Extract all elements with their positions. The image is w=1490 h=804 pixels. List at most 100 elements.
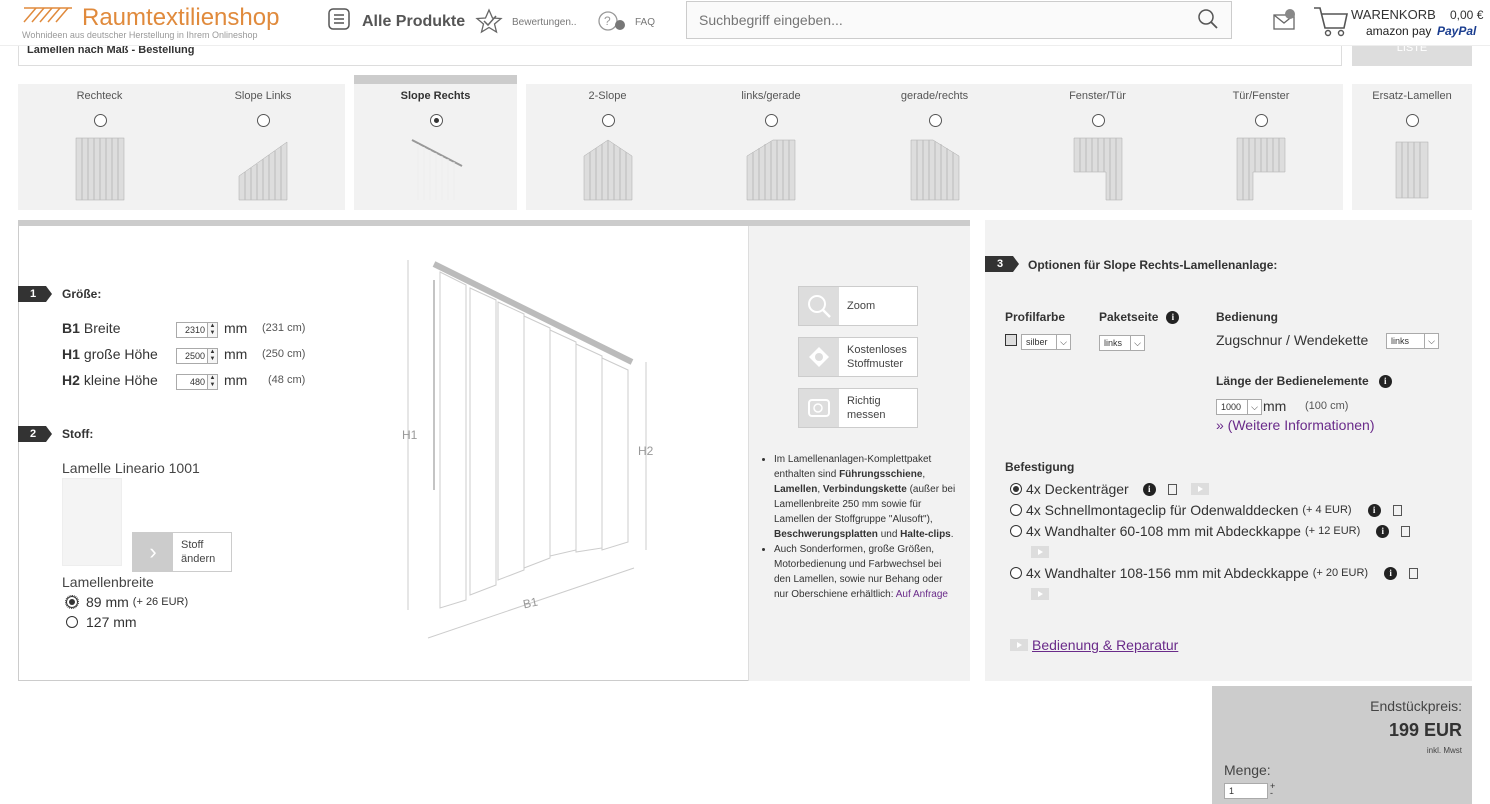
height2-input-group: 480 ▲ ▼ [176,374,218,390]
free-sample-button[interactable]: Kostenloses Stoffmuster [798,337,918,377]
mounting-option-clip[interactable]: 4x Schnellmontageclip für Odenwalddecken… [1010,502,1402,518]
video-play-icon[interactable] [1190,483,1209,495]
fabric-title: Stoff: [62,427,94,441]
slat-width-option-127[interactable]: 127 mm [66,614,137,630]
height1-spinner[interactable]: ▲ ▼ [208,348,218,364]
radio-selected[interactable] [1010,483,1022,495]
shape-option-gerade-rechts[interactable]: gerade/rechts [853,84,1016,210]
info-icon[interactable]: i [1166,310,1180,324]
price-box: Endstückpreis: 199 EUR inkl. Mwst Menge:… [1212,686,1472,804]
shape-radio[interactable] [1255,114,1268,127]
shape-radio[interactable] [257,114,270,127]
height1-cm: (250 cm) [262,348,306,360]
mounting-option-wall-60[interactable]: 4x Wandhalter 60-108 mm mit Abdeckkappe(… [1010,523,1411,539]
radio[interactable] [1010,525,1022,537]
mounting-option-wall-108[interactable]: 4x Wandhalter 108-156 mm mit Abdeckkappe… [1010,565,1419,581]
width-spinner[interactable]: ▲ ▼ [208,322,218,338]
search-icon[interactable] [1197,8,1219,33]
cart-icon[interactable] [1312,4,1348,41]
slat-width-option-89[interactable]: 89 mm (+ 26 EUR) [65,594,188,610]
repair-link[interactable]: Bedienung & Reparatur [1010,637,1178,653]
diagram-label-b1: B1 [521,594,539,612]
menu-icon [328,8,350,35]
height2-unit: mm [224,372,248,388]
info-icon[interactable]: i [1378,374,1392,388]
shape-radio[interactable] [1091,114,1105,127]
svg-text:?: ? [604,14,611,28]
step-number: 1 [18,286,52,302]
logo-tagline: Wohnideen aus deutscher Herstellung in I… [22,30,258,40]
fabric-swatch[interactable] [62,478,122,566]
shape-option-slope-rechts[interactable]: Slope Rechts [354,84,517,210]
chevron-down-icon: ⌵ [1247,400,1261,414]
document-icon[interactable] [1392,504,1402,516]
info-icon[interactable]: i [1384,566,1398,580]
on-request-link[interactable]: Auf Anfrage [896,589,948,600]
control-length-select[interactable]: 1000 ⌵ [1216,399,1262,415]
change-fabric-button[interactable]: › Stoff ändern [132,532,232,572]
all-products-menu[interactable]: Alle Produkte [328,8,465,35]
height2-cm: (48 cm) [268,374,306,386]
double-slope-blind-icon [582,136,634,205]
document-icon[interactable] [1409,567,1419,579]
control-length-unit: mm [1263,398,1287,414]
shape-option-links-gerade[interactable]: links/gerade [689,84,853,210]
height2-input[interactable]: 480 [176,374,208,390]
document-icon[interactable] [1167,483,1177,495]
package-info-item: Im Lamellenanlagen-Komplettpaket enthalt… [774,452,958,542]
mounting-option-ceiling[interactable]: 4x Deckenträger i [1010,481,1209,497]
zoom-button[interactable]: Zoom [798,286,918,326]
quantity-label: Menge: [1224,762,1271,778]
reviews-link[interactable]: Bewertungen.. [474,8,577,37]
shape-radio[interactable] [765,114,778,127]
width-input[interactable]: 2310 [176,322,208,338]
shape-option-rechteck[interactable]: Rechteck [18,84,181,210]
shape-option-tuer-fenster[interactable]: Tür/Fenster [1179,84,1343,210]
control-length-label: Länge der Bedienelemente i [1216,374,1392,388]
slope-left-blind-icon [237,136,289,205]
shape-radio[interactable] [601,114,615,127]
shape-label: 2-Slope [588,90,627,102]
logo-icon[interactable] [22,4,78,29]
shape-option-fenster-tuer[interactable]: Fenster/Tür [1016,84,1179,210]
cart-label[interactable]: WARENKORB [1351,7,1436,22]
radio[interactable] [1010,567,1022,579]
radio[interactable] [66,616,78,628]
profile-color-select[interactable]: silber ⌵ [1021,334,1071,350]
shape-label: links/gerade [741,90,801,102]
radio-selected[interactable] [65,595,79,609]
video-play-icon[interactable] [1031,588,1049,603]
info-icon[interactable]: i [1376,524,1390,538]
height2-spinner[interactable]: ▲ ▼ [208,374,218,390]
chevron-down-icon: ⌵ [1424,334,1438,348]
zoom-icon [799,287,839,325]
operation-select[interactable]: links ⌵ [1386,333,1439,349]
quantity-input[interactable]: 1 [1224,783,1268,799]
package-side-select[interactable]: links ⌵ [1099,335,1145,351]
more-info-link[interactable]: » (Weitere Informationen) [1216,417,1374,433]
shape-label: Slope Links [234,90,292,102]
measure-button[interactable]: Richtig messen [798,388,918,428]
info-icon[interactable]: i [1142,482,1156,496]
shape-radio-selected[interactable] [429,114,443,127]
search-input[interactable] [699,12,1197,28]
video-play-icon[interactable] [1031,546,1049,561]
info-icon[interactable]: i [1367,503,1381,517]
radio[interactable] [1010,504,1022,516]
shape-radio[interactable] [1406,114,1419,127]
size-title: Größe: [62,287,102,301]
logo-text[interactable]: Raumtextilienshop [82,4,279,32]
amazon-pay-logo: amazon pay [1366,24,1432,38]
shape-radio[interactable] [928,114,942,127]
shape-radio[interactable] [93,114,107,127]
shape-option-2-slope[interactable]: 2-Slope [526,84,689,210]
shape-option-ersatz-lamellen[interactable]: Ersatz-Lamellen [1352,84,1472,210]
faq-link[interactable]: ? FAQ [597,10,655,35]
shape-option-slope-links[interactable]: Slope Links [181,84,345,210]
dimension-label: Breite [83,320,121,336]
shape-label: Rechteck [76,90,123,102]
quantity-stepper[interactable]: + - [1270,782,1275,798]
document-icon[interactable] [1401,525,1411,537]
height1-input[interactable]: 2500 [176,348,208,364]
mail-icon[interactable] [1272,8,1298,35]
